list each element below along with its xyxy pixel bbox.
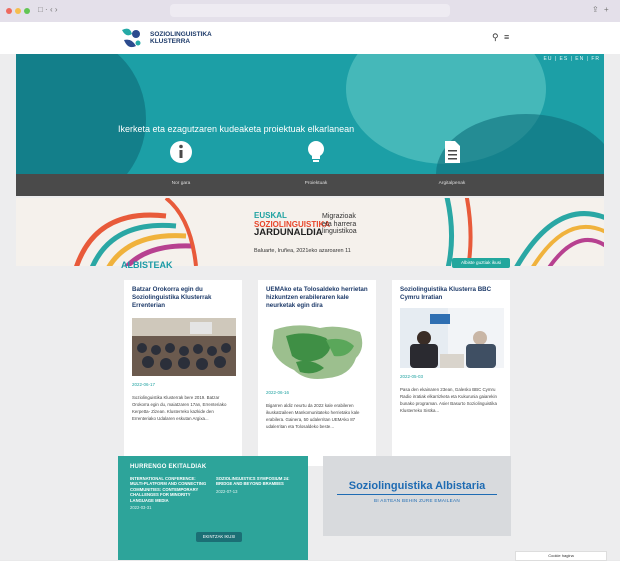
news-card-date: 2022-06-17 [132,382,156,387]
event-date: 2022-03-31 [130,505,152,511]
document-icon [445,141,460,163]
events-title: HURRENGO EKITALDIAK [130,464,207,470]
news-card-date: 2022-05-03 [400,374,424,379]
all-news-button[interactable]: Albiste guztiak ikusi [452,258,510,268]
feature-label: Argitalpenak [438,181,466,186]
banner-side-1: Migrazioak [322,213,356,220]
banner-side-3: linguistikoa [322,228,357,235]
search-icon[interactable]: ⚲ [492,32,499,43]
menu-icon[interactable]: ≡ [504,32,509,42]
news-card[interactable]: UEMAko eta Tolosaldeko herrietan hizkunt… [258,280,376,466]
feature-label: Nor gara [171,181,191,186]
news-card-excerpt: Pasa den ekainaren 23ean, Galesko BBC Cy… [400,387,497,413]
newsletter-title: Soziolinguistika Albistaria [348,480,486,492]
news-card-excerpt: Soziolinguistika Klusterrak bere 2019. B… [132,395,227,421]
event-title[interactable]: SOZIOLINGUISTICS SYMPOSIUM 24: BRIDGE AN… [216,476,296,487]
news-card-image[interactable] [400,308,504,368]
news-card-image[interactable] [266,318,370,384]
tab-controls[interactable]: □ · ‹ › [38,5,58,14]
banner-heading: EUSKAL SOZIOLINGUISTIKA JARDUNALDIA [254,211,330,238]
site-header: SOZIOLINGUISTIKA KLUSTERRA ⚲ ≡ [0,22,620,54]
lightbulb-icon [308,141,324,162]
event-item[interactable]: SOZIOLINGUISTICS SYMPOSIUM 24: BRIDGE AN… [216,476,296,494]
new-tab-icon[interactable]: + [604,5,609,14]
jardunaldia-banner[interactable]: EUSKAL SOZIOLINGUISTIKA JARDUNALDIA Migr… [16,198,604,266]
banner-line-3: JARDUNALDIA [254,227,323,238]
hero-shape [16,54,146,174]
hero-tagline: Ikerketa eta ezagutzaren kudeaketa proie… [118,124,355,134]
news-card[interactable]: Batzar Orokorra egin du Soziolinguistika… [124,280,242,466]
newsletter-banner[interactable]: Soziolinguistika Albistaria BI ASTEAN BE… [323,456,511,536]
maximize-window-dot[interactable] [24,8,30,14]
news-card-excerpt: Bigarren aldiz neurtu da 2022 kale erabi… [266,403,360,429]
newsletter-subtitle: BI ASTEAN BEHIN ZURE EMAILEAN [373,498,461,503]
news-card-date: 2022-06-16 [266,390,290,395]
feature-nor-gara[interactable]: Nor gara [156,140,206,186]
web-page: SOZIOLINGUISTIKA KLUSTERRA ⚲ ≡ EU | ES |… [0,22,620,561]
news-card-title[interactable]: Batzar Orokorra egin du Soziolinguistika… [132,286,236,310]
language-switcher[interactable]: EU | ES | EN | FR [544,56,600,62]
browser-chrome: □ · ‹ › ⇪ + [0,0,620,23]
logo-icon[interactable] [118,26,144,50]
logo-line-2: KLUSTERRA [150,38,191,45]
banner-side-2: eta harrera [322,220,357,228]
news-card-image[interactable] [132,318,236,376]
logo-text[interactable]: SOZIOLINGUISTIKA KLUSTERRA [150,31,212,45]
event-date: 2022-07-13 [216,488,238,494]
banner-date: Baluarte, Iruñea, 2021eko azaroaren 11 [254,248,351,254]
newsletter-divider [337,494,497,495]
see-events-button[interactable]: EKINTZAK IKUSI [196,532,242,542]
address-bar[interactable] [170,4,450,17]
news-card-title[interactable]: Soziolinguistika Klusterra BBC Cymru Irr… [400,286,504,302]
news-card[interactable]: Soziolinguistika Klusterra BBC Cymru Irr… [392,280,510,466]
feature-argitalpenak[interactable]: Argitalpenak [427,140,477,186]
event-item[interactable]: INTERNATIONAL CONFERENCE: MULTI-PLATFORM… [130,476,210,510]
upcoming-events-panel: HURRENGO EKITALDIAK INTERNATIONAL CONFER… [118,456,308,560]
banner-subheading: Migrazioak eta harrera linguistikoa [322,213,357,236]
feature-proiektuak[interactable]: Proiektuak [291,140,341,186]
news-section-title: ALBISTEAK [121,260,173,270]
share-icon[interactable]: ⇪ [592,5,599,14]
event-title[interactable]: INTERNATIONAL CONFERENCE: MULTI-PLATFORM… [130,476,210,503]
close-window-dot[interactable] [6,8,12,14]
feature-label: Proiektuak [304,181,328,186]
news-card-title[interactable]: UEMAko eta Tolosaldeko herrietan hizkunt… [266,286,370,310]
info-icon [170,141,192,163]
minimize-window-dot[interactable] [15,8,21,14]
logo-line-1: SOZIOLINGUISTIKA [150,31,212,38]
